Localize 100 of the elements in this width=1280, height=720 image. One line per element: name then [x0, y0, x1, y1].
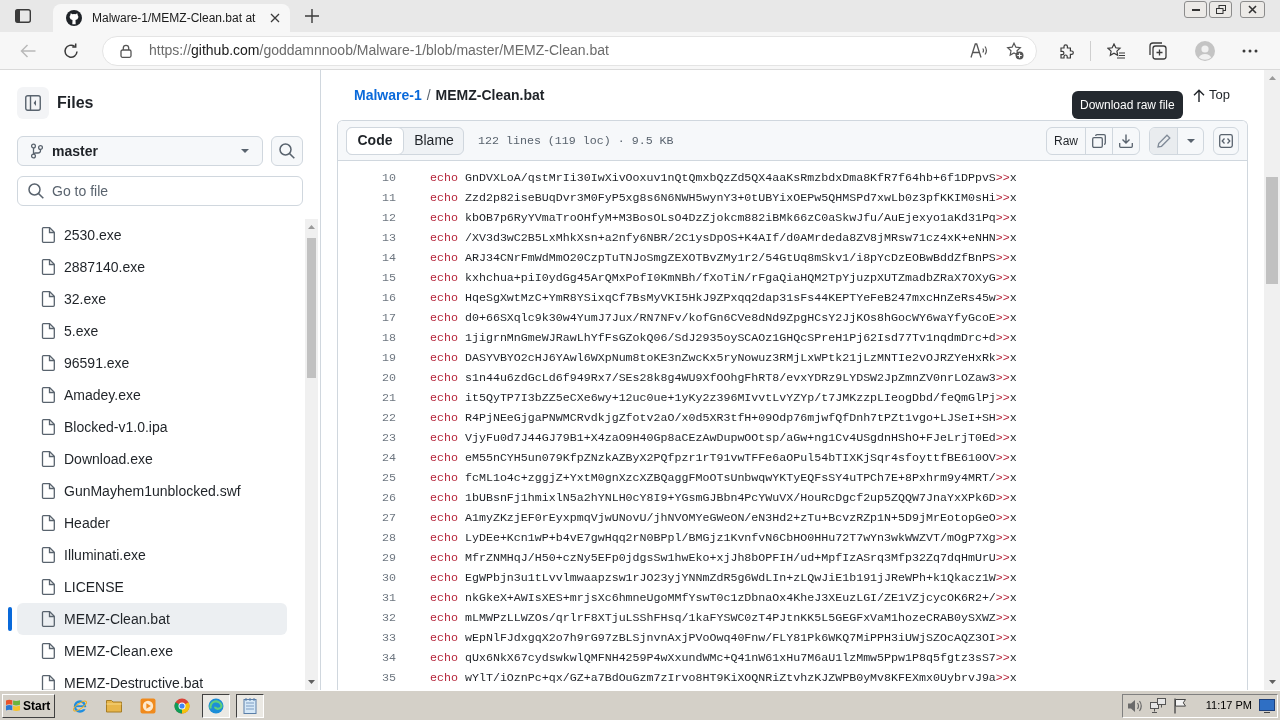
scrollbar[interactable] [305, 219, 318, 690]
round-logo-icon [174, 697, 190, 714]
file-item[interactable]: Header [17, 507, 287, 539]
code-line: echo it5QyTP7I3bZZ5eCXe6wy+12uc0ue+1yKy2z396MIvvtLvYZYp/t7JMKzzpLIeogDbd/feQmGlPj>>x [430, 390, 1017, 406]
file-item[interactable]: GunMayhem1unblocked.swf [17, 475, 287, 507]
line-number: 15 [381, 270, 396, 286]
code-line: echo DASYVBYO2cHJ6YAwl6WXpNum8toKE3nZwcKx5ryNowuz3RMjLxWPtk21jLzMNTIe2vOJRZYeHxRk>>x [430, 350, 1017, 366]
clock: 11:17 PM [1205, 698, 1252, 714]
scroll-down-arrow-icon[interactable] [1268, 680, 1276, 684]
scroll-down-arrow-icon[interactable] [308, 680, 315, 684]
code-line: echo kxhchua+piI0ydGg45ArQMxPofI0KmNBh/fXoTiN/rFgaQiaHQM2TpYjuzpXUTZmadbZRaX7OXyG>>x [430, 270, 1017, 286]
scrollbar[interactable] [1264, 70, 1280, 690]
line-number: 12 [381, 210, 396, 226]
copy-icon [1092, 133, 1106, 148]
search-icon [28, 183, 44, 199]
flag-icon[interactable] [1172, 697, 1187, 714]
star-list-icon[interactable] [1107, 42, 1125, 59]
more-icon[interactable] [1242, 48, 1258, 53]
file-item[interactable]: Amadey.exe [17, 379, 287, 411]
tab-actions-icon[interactable] [15, 9, 31, 23]
taskbar-button[interactable] [202, 693, 230, 718]
symbols-button[interactable] [1213, 126, 1239, 155]
file-icon [41, 643, 55, 659]
branch-icon [31, 143, 43, 159]
play-icon [140, 697, 156, 714]
folder-icon [106, 697, 122, 714]
code-line: echo 1jigrnMnGmeWJRawLhYfFsGZokQ06/SdJ2935oySCAOz1GHQcSPreH1Pj62Isd77Tv1nqdmDrc+d>>x [430, 330, 1017, 346]
code-line: echo LyDEe+Kcn1wP+b4vE7gwHqq2rN0BPpl/BMGjz1KvnfvN6CbHO0HHu72T7wYn3wkWWZVT/mOgP7Xg>>x [430, 530, 1017, 546]
minimize-icon [1191, 8, 1200, 11]
view-tab[interactable]: Blame [404, 126, 464, 155]
file-icon [41, 611, 55, 627]
code-line: echo VjyFu0d7J44GJ79B1+X4zaO9H40Gp8aCEzAwDupwOOtsp/aGw+ng1Cv4USgdnHShO+FJeLrjT0Ed>>x [430, 430, 1017, 446]
desktop-icon[interactable] [1259, 698, 1275, 713]
speaker-icon[interactable] [1126, 697, 1143, 714]
file-icon [41, 483, 55, 499]
file-item[interactable]: 5.exe [17, 315, 287, 347]
file-item[interactable]: Illuminati.exe [17, 539, 287, 571]
restore-icon [1215, 5, 1226, 14]
code-line: echo nkGkeX+AWIsXES+mrjsXc6hmneUgoMMfYswT0c1zDbnaOx4KheJ3XEuzLGI/ZE1VZjcycOK6R2+/>>x [430, 590, 1017, 606]
code-line: echo GnDVXLoA/qstMrIi30IwXivOoxuv1nQtQmxbQzZd5QX4aaKsRmzbdxDma8KfR7f64hb+6f1DPpvS>>x [430, 170, 1017, 186]
file-item[interactable]: LICENSE [17, 571, 287, 603]
search-icon [279, 143, 295, 159]
file-icon [41, 227, 55, 243]
line-number: 20 [381, 370, 396, 386]
file-item[interactable]: MEMZ-Clean.exe [17, 635, 287, 667]
network-icon[interactable] [1149, 697, 1166, 714]
browser-tab[interactable]: Malware-1/MEMZ-Clean.bat at [53, 4, 290, 32]
puzzle-icon[interactable] [1059, 42, 1075, 59]
collapse-panel-button[interactable] [17, 87, 49, 119]
minimize-button[interactable] [1184, 1, 1207, 18]
lock-icon[interactable] [120, 43, 132, 58]
address-bar[interactable]: https://github.com/goddamnnoob/Malware-1/blob/master/MEMZ-Clean.bat [102, 35, 1037, 66]
plus-icon[interactable] [305, 9, 319, 23]
line-number: 22 [381, 410, 396, 426]
cat-logo-icon [66, 10, 82, 26]
line-number: 14 [381, 250, 396, 266]
code-line: echo EgWPbjn3u1tLvvlmwaapzsw1rJO23yjYNNmZdR5g6WdLIn+zLQwJiE1b191jJReWPh+k1Qkacz1W>>x [430, 570, 1017, 586]
branch-button[interactable]: master [17, 136, 263, 166]
caret-down-icon [1186, 138, 1195, 143]
line-number: 13 [381, 230, 396, 246]
pencil-icon [1156, 133, 1171, 148]
scrollbar-thumb[interactable] [307, 238, 316, 378]
close-window-button[interactable] [1240, 1, 1265, 18]
search-field[interactable]: Go to file [17, 176, 303, 206]
view-tab[interactable]: Code [346, 126, 404, 155]
code-line: echo d0+66SXqlc9k30w4YumJ7Jux/RN7NFv/kofGn6CVe8dNd9ZpgHCsY2JjKOs8hGocWY6waYfyGcoE>>x [430, 310, 1017, 326]
file-icon [41, 387, 55, 403]
file-item[interactable]: 96591.exe [17, 347, 287, 379]
search-button[interactable] [271, 136, 303, 166]
close-icon[interactable] [270, 13, 280, 23]
file-item[interactable]: 32.exe [17, 283, 287, 315]
code-line: echo R4PjNEeGjgaPNWMCRvdkjgZfotv2aO/x0d5XR3tfH+09Odp76mjwfQfDnh7tPZt1vgo+LJSeI+SH>>x [430, 410, 1017, 426]
reload-icon[interactable] [63, 42, 79, 59]
top-link[interactable]: Top [1193, 85, 1230, 105]
file-item[interactable]: Download.exe [17, 443, 287, 475]
line-number: 18 [381, 330, 396, 346]
taskbar-button[interactable] [236, 693, 264, 718]
url-text: https://github.com/goddamnnoob/Malware-1/blob/master/MEMZ-Clean.bat [149, 41, 609, 60]
star-plus-icon[interactable] [1006, 41, 1024, 60]
windows-flag-icon [6, 699, 20, 712]
scrollbar-thumb[interactable] [1266, 177, 1278, 284]
line-number: 33 [381, 630, 396, 646]
e-logo-icon [72, 697, 88, 714]
edit-button[interactable] [1150, 127, 1177, 154]
file-icon [41, 291, 55, 307]
code-line: echo kbOB7p6RyYVmaTroOHfyM+M3BosOLsO4DzZjokcm882iBMk66zC0aSkwJfu/AuEjexyo1aKd31Pq>>x [430, 210, 1017, 226]
read-aloud-icon[interactable] [970, 43, 988, 58]
start-button[interactable]: Start [2, 693, 55, 718]
restore-button[interactable] [1209, 1, 1232, 18]
file-icon [41, 355, 55, 371]
code-line: echo 1bUBsnFj1hmixlN5a2hYNLH0cY8I9+YGsmGJBbn4PcYWuVX/HouRcDgcf2up5ZQQW7JnaYxXPk6D>>x [430, 490, 1017, 506]
file-item[interactable]: 2530.exe [17, 219, 287, 251]
file-item[interactable]: 2887140.exe [17, 251, 287, 283]
file-item[interactable]: Blocked-v1.0.ipa [17, 411, 287, 443]
file-item[interactable]: MEMZ-Clean.bat [17, 603, 287, 635]
code-line: echo HqeSgXwtMzC+YmR8YSixqCf7BsMyVKI5HkJ9ZPxqq2dap31sFs44KEPTYeFeB247mxcHnZeRs45w>>x [430, 290, 1017, 306]
line-number: 28 [381, 530, 396, 546]
repo-link[interactable]: Malware-1 [354, 84, 422, 106]
collections-icon[interactable] [1149, 41, 1167, 60]
line-number: 19 [381, 350, 396, 366]
